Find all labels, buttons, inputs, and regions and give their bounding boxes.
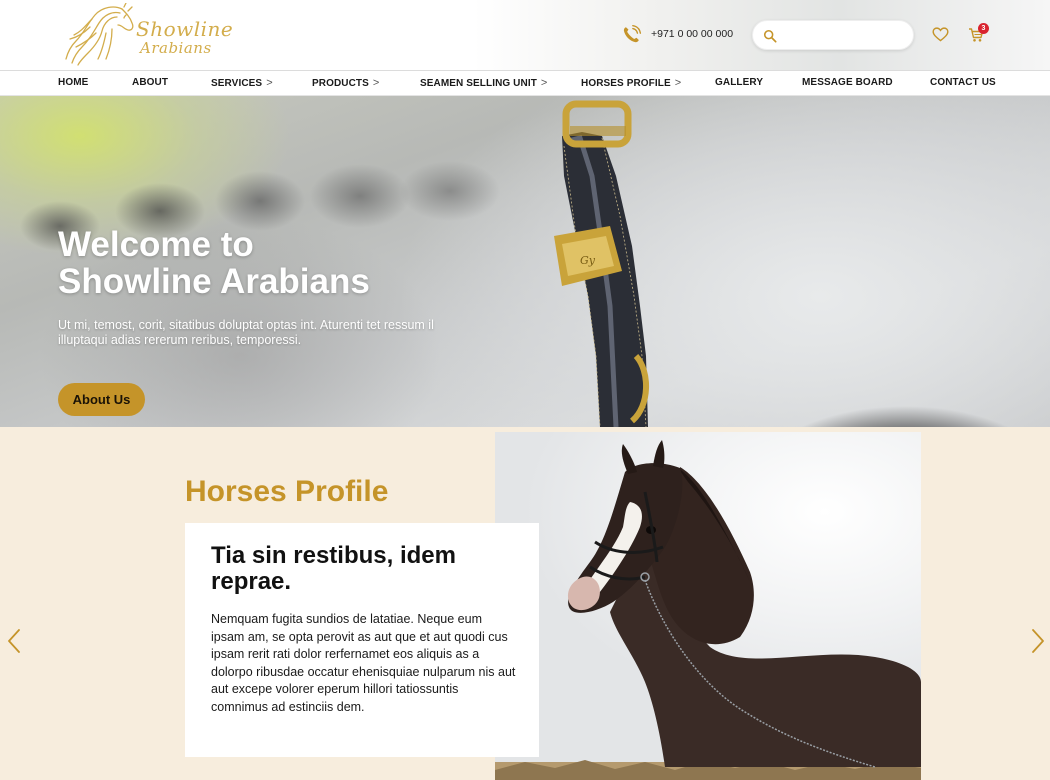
nav-item-label: SEAMEN SELLING UNIT (420, 78, 537, 89)
cart-count-badge: 3 (978, 23, 989, 34)
hero-banner: Gy Welcome to Showline Arabians Ut mi, t… (0, 96, 1050, 427)
section-title: Horses Profile (185, 475, 389, 508)
nav-item-horses-profile[interactable]: HORSES PROFILE > (581, 77, 681, 89)
site-header: Showline Arabians +971 0 00 00 000 3 (0, 0, 1050, 71)
nav-item-about[interactable]: ABOUT (132, 77, 168, 88)
nav-item-label: PRODUCTS (312, 78, 369, 89)
nav-item-label: CONTACT US (930, 77, 996, 88)
horse-logo-icon (65, 3, 134, 66)
card-title: Tia sin restibus, idem reprae. (211, 542, 456, 595)
svg-text:Gy: Gy (580, 254, 596, 267)
arrow-right-icon[interactable] (1030, 628, 1046, 654)
hero-title-line1: Welcome to (58, 225, 254, 264)
hero-description: Ut mi, temost, corit, sitatibus doluptat… (58, 318, 434, 347)
arrow-left-icon[interactable] (6, 628, 22, 654)
site-logo[interactable]: Showline Arabians (62, 3, 233, 67)
logo-wordmark-line1: Showline (136, 17, 234, 41)
nav-item-label: GALLERY (715, 77, 764, 88)
nav-item-services[interactable]: SERVICES > (211, 77, 273, 89)
phone-icon[interactable] (620, 24, 642, 46)
nav-item-label: SERVICES (211, 78, 263, 89)
horses-profile-section: Horses Profile Tia sin restibus, idem re… (0, 427, 1050, 780)
nav-item-contact-us[interactable]: CONTACT US (930, 77, 996, 88)
hero-title: Welcome to Showline Arabians (58, 226, 478, 300)
nav-item-label: MESSAGE BOARD (802, 77, 893, 88)
nav-item-message-board[interactable]: MESSAGE BOARD (802, 77, 893, 88)
nav-item-label: HOME (58, 77, 89, 88)
about-us-button[interactable]: About Us (58, 383, 145, 416)
logo-wordmark-line2: Arabians (140, 39, 212, 57)
chevron-right-icon: > (674, 77, 682, 89)
nav-item-seamen-selling-unit[interactable]: SEAMEN SELLING UNIT > (420, 77, 547, 89)
nav-item-label: ABOUT (132, 77, 169, 88)
chevron-right-icon: > (372, 77, 380, 89)
nav-item-home[interactable]: HOME (58, 77, 88, 88)
nav-item-gallery[interactable]: GALLERY (715, 77, 763, 88)
horse-photo (495, 432, 921, 780)
nav-item-label: HORSES PROFILE (581, 78, 671, 89)
chevron-right-icon: > (266, 77, 273, 89)
search-input[interactable] (783, 25, 907, 45)
chevron-right-icon: > (540, 77, 548, 89)
hero-title-line2: Showline Arabians (58, 262, 370, 301)
phone-number[interactable]: +971 0 00 00 000 (651, 28, 733, 40)
heart-icon[interactable] (932, 27, 949, 42)
card-description: Nemquam fugita sundios de latatiae. Nequ… (211, 612, 516, 714)
main-nav: HOME ABOUT SERVICES > PRODUCTS > SEAMEN SE… (0, 71, 1050, 96)
profile-card: Tia sin restibus, idem reprae. Nemquam f… (185, 523, 539, 757)
search-box[interactable] (752, 20, 914, 50)
nav-item-products[interactable]: PRODUCTS > (312, 77, 379, 89)
horse-illustration (495, 440, 921, 780)
bridle-image: Gy (554, 100, 650, 427)
search-icon[interactable] (763, 29, 777, 43)
